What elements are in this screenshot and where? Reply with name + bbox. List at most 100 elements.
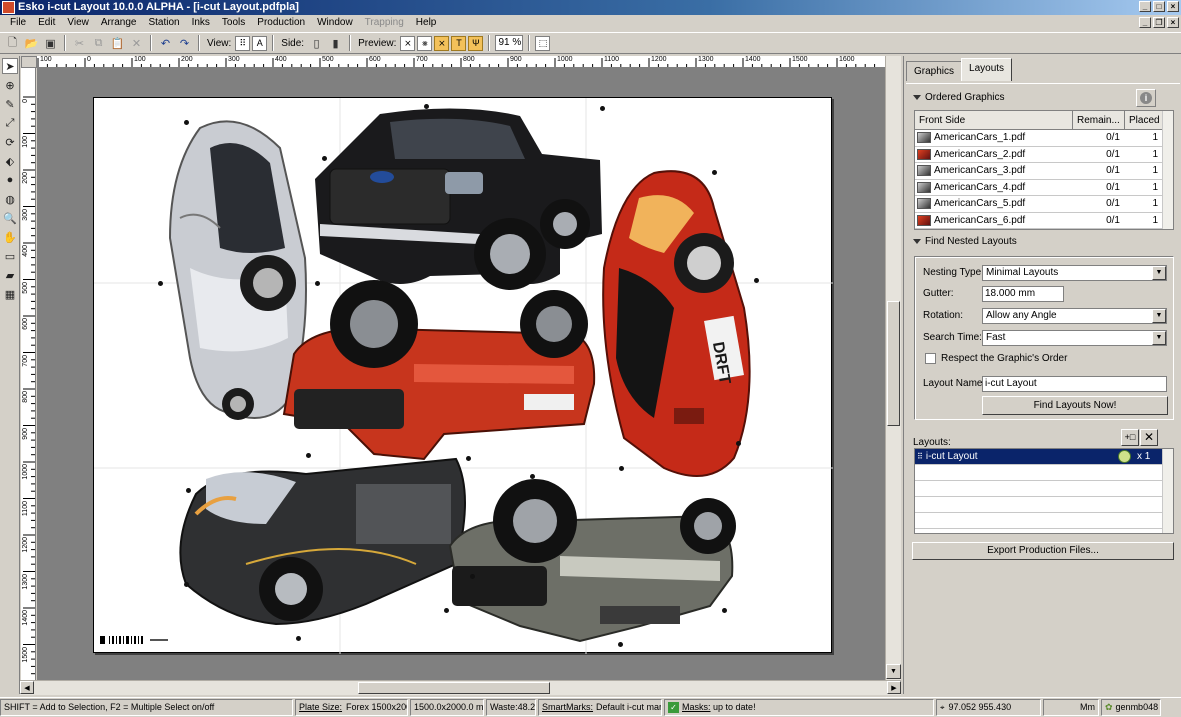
preview-tile-icon[interactable]: T <box>451 35 467 51</box>
info-button[interactable]: i <box>1136 89 1156 107</box>
menu-tools[interactable]: Tools <box>216 15 251 31</box>
select-arrow-icon[interactable]: ➤ <box>2 58 18 74</box>
menu-trapping[interactable]: Trapping <box>359 15 410 31</box>
open-folder-icon[interactable]: 📂 <box>23 35 40 52</box>
graphic-black-pickup[interactable] <box>310 104 610 294</box>
table-row[interactable]: AmericanCars_1.pdf 0/1 1 <box>915 130 1173 147</box>
pen-icon[interactable]: ✎ <box>2 96 18 112</box>
list-item[interactable] <box>915 465 1173 481</box>
respect-order-checkbox[interactable] <box>925 353 936 364</box>
masks-label[interactable]: Masks: <box>682 702 711 712</box>
tab-layouts[interactable]: Layouts <box>961 58 1013 81</box>
col-front-side[interactable]: Front Side <box>915 111 1073 129</box>
rotate-tool-icon[interactable]: ⟳ <box>2 134 18 150</box>
maximize-button[interactable]: □ <box>1153 1 1165 12</box>
find-nested-layouts-header[interactable]: Find Nested Layouts <box>913 236 1017 247</box>
table-row[interactable]: AmericanCars_4.pdf 0/1 1 <box>915 180 1173 196</box>
menu-window[interactable]: Window <box>311 15 359 31</box>
save-icon[interactable]: ▣ <box>42 35 59 52</box>
measure-ruler-icon[interactable]: ▭ <box>2 248 18 264</box>
list-item[interactable] <box>915 481 1173 497</box>
delete-icon[interactable]: ✕ <box>128 35 145 52</box>
eraser-icon[interactable]: ▰ <box>2 267 18 283</box>
tab-graphics[interactable]: Graphics <box>906 61 963 81</box>
collapse-triangle-icon[interactable] <box>913 95 921 100</box>
horizontal-scroll-thumb[interactable] <box>358 682 550 694</box>
ordered-graphics-header[interactable]: Ordered Graphics <box>913 92 1004 103</box>
graphic-red-drift-car[interactable]: DRFT <box>594 168 764 483</box>
col-placed[interactable]: Placed <box>1125 111 1163 129</box>
vertical-scroll-thumb[interactable] <box>887 301 900 426</box>
layout-canvas[interactable]: DRFT <box>37 68 885 680</box>
front-side-icon[interactable]: ▯ <box>308 35 325 52</box>
hand-icon[interactable]: ✋ <box>2 229 18 245</box>
paste-icon[interactable]: 📋 <box>109 35 126 52</box>
globe-icon[interactable]: ◍ <box>2 191 18 207</box>
menu-view[interactable]: View <box>61 15 95 31</box>
new-document-icon[interactable]: 🗋 <box>4 35 21 52</box>
table-row[interactable]: AmericanCars_6.pdf 0/1 1 <box>915 213 1173 229</box>
layout-name-field[interactable]: i-cut Layout <box>982 376 1167 392</box>
col-remaining[interactable]: Remain... <box>1073 111 1125 129</box>
graphic-red-pickup-upside-down[interactable] <box>274 274 604 464</box>
doc-close-button[interactable]: × <box>1167 17 1179 28</box>
menu-file[interactable]: File <box>4 15 32 31</box>
scroll-down-icon[interactable]: ▼ <box>886 664 901 679</box>
smartmarks-cell[interactable]: SmartMarks: Default i-cut mark <box>538 699 662 716</box>
menu-station[interactable]: Station <box>142 15 185 31</box>
transform-tool-icon[interactable]: ⤢ <box>2 115 18 131</box>
view-grid-icon[interactable]: ⠿ <box>235 35 251 51</box>
menu-arrange[interactable]: Arrange <box>95 15 143 31</box>
list-item[interactable] <box>915 497 1173 513</box>
table-row[interactable]: AmericanCars_2.pdf 0/1 1 <box>915 147 1173 163</box>
search-time-select[interactable]: Fast ▼ <box>982 330 1167 346</box>
close-button[interactable]: × <box>1167 1 1179 12</box>
preview-outline-icon[interactable]: ⨳ <box>417 35 433 51</box>
menu-help[interactable]: Help <box>410 15 443 31</box>
table-scrollbar[interactable] <box>1162 111 1173 229</box>
station-tool-icon[interactable]: ⊕ <box>2 77 18 93</box>
menu-edit[interactable]: Edit <box>32 15 61 31</box>
graphic-grey-car-upside-down[interactable] <box>440 476 740 646</box>
table-row[interactable]: AmericanCars_5.pdf 0/1 1 <box>915 196 1173 213</box>
minimize-button[interactable]: _ <box>1139 1 1151 12</box>
preview-cut-icon[interactable]: Ψ <box>468 35 484 51</box>
scroll-left-icon[interactable]: ◀ <box>20 681 34 694</box>
dropdown-arrow-icon[interactable]: ▼ <box>1152 309 1166 323</box>
layouts-scrollbar[interactable] <box>1162 449 1173 533</box>
dropdown-arrow-icon[interactable]: ▼ <box>1152 266 1166 280</box>
collapse-triangle-icon[interactable] <box>913 239 921 244</box>
preview-fill-icon[interactable]: ⨯ <box>434 35 450 51</box>
nesting-type-select[interactable]: Minimal Layouts ▼ <box>982 265 1167 281</box>
graphic-black-muscle-car[interactable] <box>166 454 476 634</box>
delete-layout-icon[interactable]: ✕ <box>1140 429 1158 446</box>
plate-size-label[interactable]: Plate Size: <box>299 700 342 715</box>
export-production-files-button[interactable]: Export Production Files... <box>912 542 1174 560</box>
vertical-scrollbar[interactable]: ▼ <box>885 56 901 680</box>
unit-indicator[interactable]: Mm <box>1043 699 1099 716</box>
scroll-right-icon[interactable]: ▶ <box>887 681 901 694</box>
zoom-field[interactable]: 91 % <box>495 35 524 51</box>
mask-icon[interactable]: ▦ <box>2 286 18 302</box>
rotation-select[interactable]: Allow any Angle ▼ <box>982 308 1167 324</box>
list-item[interactable] <box>915 513 1173 529</box>
undo-icon[interactable]: ↶ <box>157 35 174 52</box>
brush-icon[interactable]: ● <box>2 172 18 188</box>
find-layouts-button[interactable]: Find Layouts Now! <box>982 396 1168 415</box>
gutter-field[interactable]: 18.000 mm <box>982 286 1064 302</box>
cut-icon[interactable]: ✂ <box>71 35 88 52</box>
masks-cell[interactable]: ✓ Masks: up to date! <box>664 699 934 716</box>
smartmarks-label[interactable]: SmartMarks: <box>542 700 593 715</box>
menu-production[interactable]: Production <box>251 15 311 31</box>
view-text-icon[interactable]: A <box>252 35 268 51</box>
redo-icon[interactable]: ↷ <box>176 35 193 52</box>
add-layout-icon[interactable]: +□ <box>1121 429 1139 446</box>
horizontal-scrollbar[interactable]: ◀ ▶ <box>20 680 901 695</box>
table-row[interactable]: AmericanCars_3.pdf 0/1 1 <box>915 163 1173 180</box>
doc-minimize-button[interactable]: _ <box>1139 17 1151 28</box>
list-item[interactable]: ⠿ i-cut Layout x 1 <box>915 449 1173 465</box>
zoom-magnifier-icon[interactable]: 🔍 <box>2 210 18 226</box>
copy-icon[interactable]: ⧉ <box>90 35 107 52</box>
doc-restore-button[interactable]: ❐ <box>1153 17 1165 28</box>
menu-inks[interactable]: Inks <box>186 15 216 31</box>
